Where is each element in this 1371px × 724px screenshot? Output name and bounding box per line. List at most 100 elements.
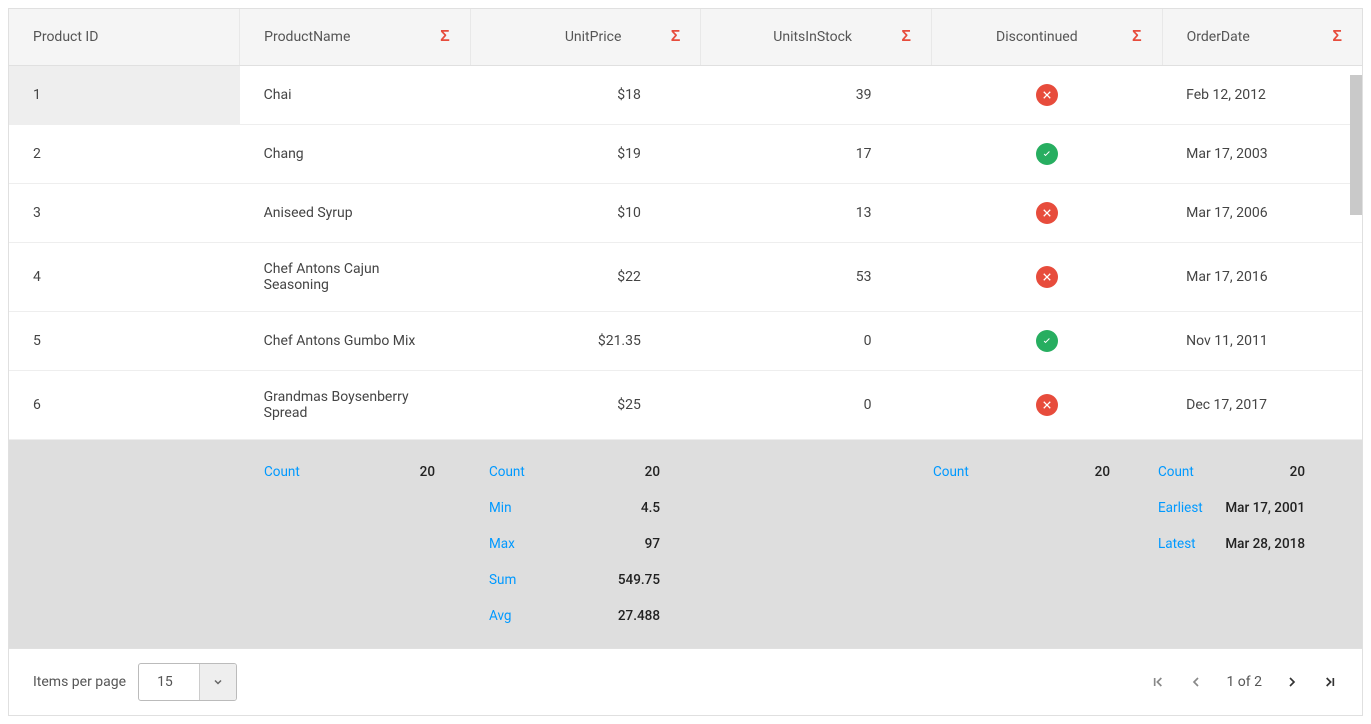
summary-value: 27.488 bbox=[618, 608, 660, 624]
per-page-select[interactable]: 15 bbox=[138, 663, 237, 701]
cell-product-name: Aniseed Syrup bbox=[240, 184, 471, 243]
table-row[interactable]: 3Aniseed Syrup$1013 Mar 17, 2006 bbox=[9, 184, 1362, 243]
vertical-scrollbar[interactable] bbox=[1348, 75, 1362, 415]
sigma-icon[interactable]: Σ bbox=[671, 28, 681, 46]
cell-product-id: 5 bbox=[9, 312, 240, 371]
cell-product-name: Grandmas Boysenberry Spread bbox=[240, 371, 471, 440]
x-circle-icon bbox=[1036, 394, 1058, 416]
summary-date-earliest: Earliest Mar 17, 2001 bbox=[1158, 490, 1305, 526]
summary-footer: Count 20 Count 20 Min 4.5 Max 97 Sum 549… bbox=[9, 440, 1362, 648]
table-row[interactable]: 1Chai$1839 Feb 12, 2012 bbox=[9, 66, 1362, 125]
summary-label: Latest bbox=[1158, 536, 1196, 552]
data-grid: Product ID ProductName Σ UnitPrice Σ Uni… bbox=[8, 8, 1363, 716]
summary-value: 97 bbox=[645, 536, 660, 552]
x-circle-icon bbox=[1036, 202, 1058, 224]
header-label: UnitsInStock bbox=[725, 29, 852, 45]
cell-units-in-stock: 17 bbox=[701, 125, 932, 184]
cell-discontinued bbox=[932, 66, 1163, 125]
summary-price-sum: Sum 549.75 bbox=[489, 562, 660, 598]
table-row[interactable]: 4Chef Antons Cajun Seasoning$2253Mar 17,… bbox=[9, 243, 1362, 312]
pager-info: 1 of 2 bbox=[1226, 674, 1262, 690]
column-header-discontinued[interactable]: Discontinued Σ bbox=[932, 9, 1163, 66]
cell-unit-price: $21.35 bbox=[470, 312, 701, 371]
cell-unit-price: $25 bbox=[470, 371, 701, 440]
prev-page-button[interactable] bbox=[1188, 674, 1204, 690]
summary-label: Max bbox=[489, 536, 515, 552]
table-row[interactable]: 6Grandmas Boysenberry Spread$250 Dec 17, … bbox=[9, 371, 1362, 440]
header-label: ProductName bbox=[264, 29, 350, 45]
cell-order-date: Mar 17, 2006 bbox=[1162, 184, 1362, 243]
table-row[interactable]: 5Chef Antons Gumbo Mix$21.350 Nov 11, 201… bbox=[9, 312, 1362, 371]
summary-label: Count bbox=[489, 464, 525, 480]
cell-discontinued bbox=[932, 371, 1163, 440]
summary-price-max: Max 97 bbox=[489, 526, 660, 562]
summary-price-count: Count 20 bbox=[489, 454, 660, 490]
sigma-icon[interactable]: Σ bbox=[901, 28, 911, 46]
table-row[interactable]: 2Chang$1917Mar 17, 2003 bbox=[9, 125, 1362, 184]
column-header-product-name[interactable]: ProductName Σ bbox=[240, 9, 471, 66]
cell-product-name: Chai bbox=[240, 66, 471, 125]
sigma-icon[interactable]: Σ bbox=[1132, 28, 1142, 46]
summary-label: Count bbox=[933, 464, 969, 480]
cell-order-date: Feb 12, 2012 bbox=[1162, 66, 1362, 125]
column-header-product-id[interactable]: Product ID bbox=[9, 9, 240, 66]
cell-units-in-stock: 0 bbox=[701, 312, 932, 371]
summary-disc-count: Count 20 bbox=[933, 454, 1110, 490]
sigma-icon[interactable]: Σ bbox=[440, 28, 450, 46]
cell-product-id: 3 bbox=[9, 184, 240, 243]
summary-value: Mar 17, 2001 bbox=[1225, 500, 1305, 516]
sigma-icon[interactable]: Σ bbox=[1332, 28, 1342, 46]
summary-value: 4.5 bbox=[641, 500, 660, 516]
cell-product-id: 1 bbox=[9, 66, 240, 125]
last-page-button[interactable] bbox=[1322, 674, 1338, 690]
cell-discontinued bbox=[932, 125, 1163, 184]
cell-units-in-stock: 0 bbox=[701, 371, 932, 440]
cell-unit-price: $22 bbox=[470, 243, 701, 312]
cell-product-id: 4 bbox=[9, 243, 240, 312]
summary-value: 549.75 bbox=[618, 572, 660, 588]
column-header-units-in-stock[interactable]: UnitsInStock Σ bbox=[701, 9, 932, 66]
summary-price-avg: Avg 27.488 bbox=[489, 598, 660, 634]
summary-price-min: Min 4.5 bbox=[489, 490, 660, 526]
summary-name-count: Count 20 bbox=[264, 454, 435, 490]
summary-value: Mar 28, 2018 bbox=[1225, 536, 1305, 552]
cell-order-date: Nov 11, 2011 bbox=[1162, 312, 1362, 371]
cell-unit-price: $18 bbox=[470, 66, 701, 125]
per-page-value: 15 bbox=[139, 664, 199, 700]
summary-date-count: Count 20 bbox=[1158, 454, 1305, 490]
check-circle-icon bbox=[1036, 330, 1058, 352]
cell-discontinued bbox=[932, 312, 1163, 371]
summary-label: Avg bbox=[489, 608, 512, 624]
per-page-label: Items per page bbox=[33, 674, 126, 690]
summary-value: 20 bbox=[420, 464, 435, 480]
x-circle-icon bbox=[1036, 266, 1058, 288]
header-label: OrderDate bbox=[1187, 29, 1250, 45]
cell-discontinued bbox=[932, 184, 1163, 243]
header-label: Product ID bbox=[33, 29, 98, 45]
first-page-button[interactable] bbox=[1150, 674, 1166, 690]
cell-units-in-stock: 39 bbox=[701, 66, 932, 125]
cell-product-name: Chang bbox=[240, 125, 471, 184]
pager: 1 of 2 bbox=[1150, 674, 1338, 690]
cell-units-in-stock: 53 bbox=[701, 243, 932, 312]
cell-order-date: Mar 17, 2016 bbox=[1162, 243, 1362, 312]
summary-date-latest: Latest Mar 28, 2018 bbox=[1158, 526, 1305, 562]
x-circle-icon bbox=[1036, 84, 1058, 106]
summary-label: Sum bbox=[489, 572, 516, 588]
cell-order-date: Mar 17, 2003 bbox=[1162, 125, 1362, 184]
grid-footer: Items per page 15 1 of 2 bbox=[9, 648, 1362, 715]
next-page-button[interactable] bbox=[1284, 674, 1300, 690]
cell-unit-price: $10 bbox=[470, 184, 701, 243]
column-header-order-date[interactable]: OrderDate Σ bbox=[1162, 9, 1362, 66]
summary-label: Count bbox=[264, 464, 300, 480]
column-header-unit-price[interactable]: UnitPrice Σ bbox=[470, 9, 701, 66]
header-label: UnitPrice bbox=[495, 29, 622, 45]
summary-value: 20 bbox=[1095, 464, 1110, 480]
scrollbar-thumb[interactable] bbox=[1350, 75, 1362, 215]
cell-product-id: 6 bbox=[9, 371, 240, 440]
cell-units-in-stock: 13 bbox=[701, 184, 932, 243]
cell-unit-price: $19 bbox=[470, 125, 701, 184]
cell-order-date: Dec 17, 2017 bbox=[1162, 371, 1362, 440]
cell-product-name: Chef Antons Gumbo Mix bbox=[240, 312, 471, 371]
chevron-down-icon[interactable] bbox=[199, 664, 236, 700]
